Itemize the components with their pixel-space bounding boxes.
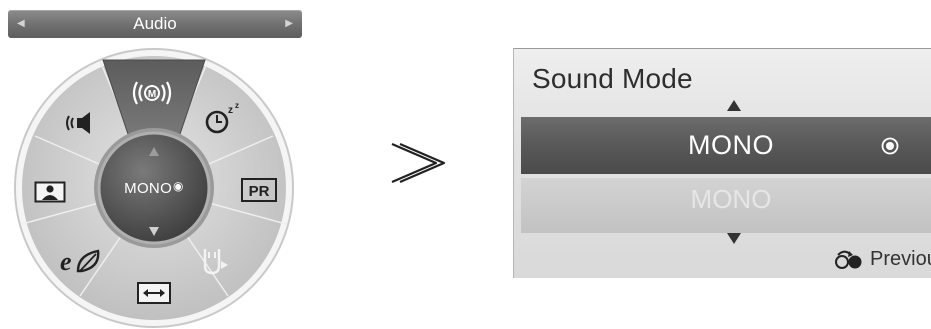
- picture-icon: [34, 181, 66, 203]
- selected-option-row[interactable]: MONO: [521, 117, 931, 174]
- speaker-icon: [66, 112, 90, 134]
- sleep-timer-icon: z z: [205, 101, 239, 134]
- pr-icon: PR: [241, 178, 277, 202]
- dialog-title: Sound Mode: [532, 63, 693, 94]
- eco-icon: e: [60, 247, 100, 276]
- next-option-row[interactable]: MONO: [521, 178, 931, 233]
- aspect-ratio-icon: [137, 282, 171, 304]
- pr-item[interactable]: PR: [241, 178, 277, 202]
- previous-button[interactable]: Previous: [834, 248, 931, 271]
- next-option-label: MONO: [690, 184, 772, 214]
- picture-item[interactable]: [34, 181, 66, 203]
- quick-menu-wheel: [14, 48, 294, 328]
- speaker-item[interactable]: [62, 110, 96, 136]
- selected-radio-icon: ◉: [173, 179, 184, 193]
- audio-wave-m-icon: M: [132, 81, 172, 105]
- energy-saving-item[interactable]: e: [58, 245, 104, 277]
- sound-mode-dialog: Sound Mode MONO MONO Previous: [513, 48, 931, 278]
- svg-text:z: z: [228, 105, 233, 116]
- svg-text:M: M: [148, 89, 156, 100]
- selected-option-label: MONO: [688, 130, 774, 160]
- center-value: MONO: [124, 180, 173, 197]
- aspect-ratio-item[interactable]: [136, 281, 172, 305]
- svg-text:z: z: [235, 101, 239, 110]
- scroll-down-arrow-icon[interactable]: [727, 233, 741, 244]
- usb-item[interactable]: [199, 246, 229, 278]
- usb-device-icon: [203, 249, 228, 275]
- previous-label: Previous: [870, 248, 931, 270]
- radio-selected-icon: [881, 137, 899, 155]
- current-value-display[interactable]: MONO◉: [101, 171, 207, 201]
- return-icon: [835, 250, 862, 269]
- sound-mode-item[interactable]: M: [132, 77, 172, 109]
- sleep-timer-item[interactable]: z z: [202, 100, 244, 136]
- scroll-up-arrow-icon[interactable]: [727, 100, 741, 111]
- svg-text:e: e: [60, 247, 72, 276]
- transition-arrow-icon: [391, 142, 446, 184]
- svg-text:PR: PR: [249, 183, 270, 200]
